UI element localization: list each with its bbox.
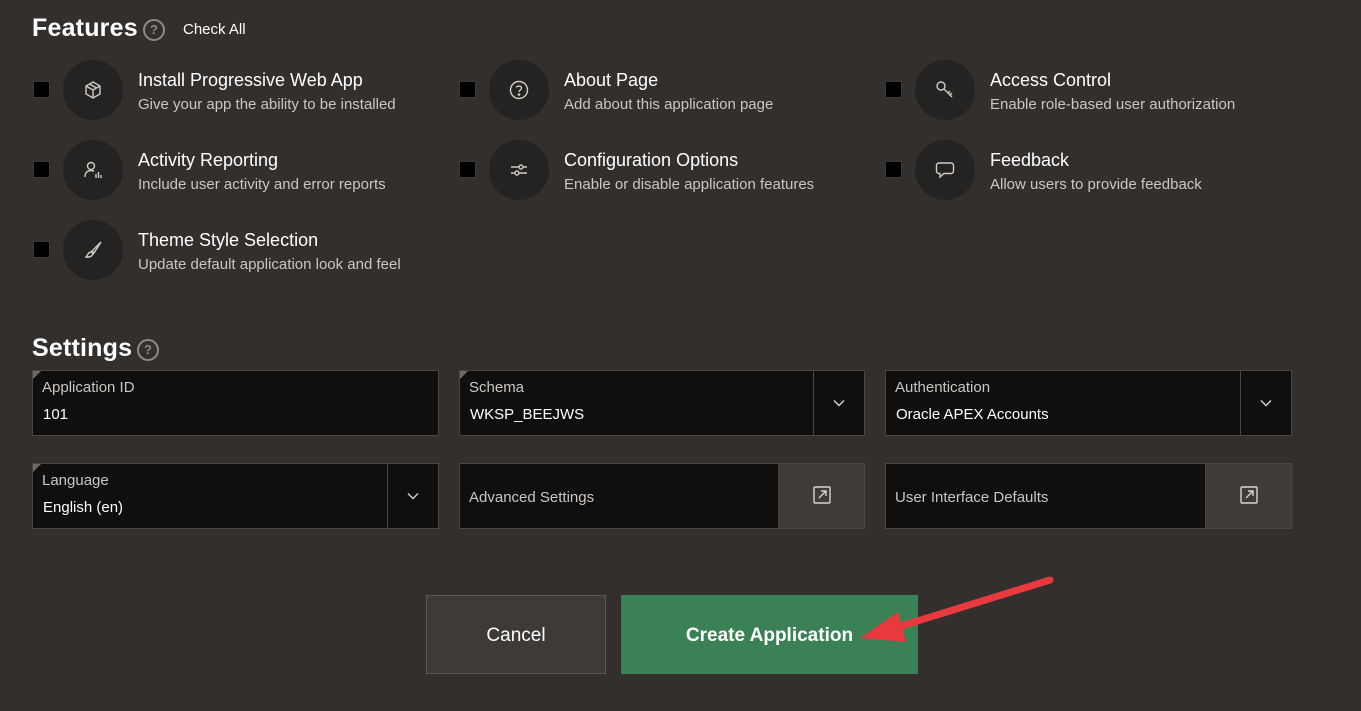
advanced-settings-field: Advanced Settings [459, 463, 865, 529]
feature-install-pwa: Install Progressive Web App Give your ap… [33, 60, 453, 122]
user-chart-icon [63, 140, 123, 200]
authentication-label: Authentication [895, 379, 991, 396]
settings-heading: Settings [32, 334, 133, 362]
language-dropdown-button[interactable] [387, 464, 438, 528]
feature-title: Feedback [990, 150, 1070, 170]
paintbrush-icon [63, 220, 123, 280]
comment-icon [915, 140, 975, 200]
settings-help-icon[interactable]: ? [137, 339, 159, 361]
feature-description: Update default application look and feel [138, 256, 401, 273]
open-dialog-icon [813, 486, 831, 504]
question-circle-icon [489, 60, 549, 120]
sliders-icon [489, 140, 549, 200]
check-all-button[interactable]: Check All [183, 21, 246, 38]
feature-activity-reporting: Activity Reporting Include user activity… [33, 140, 453, 202]
schema-dropdown-button[interactable] [813, 371, 864, 435]
field-corner-marker [33, 464, 41, 472]
feature-access-control: Access Control Enable role-based user au… [885, 60, 1305, 122]
feature-feedback: Feedback Allow users to provide feedback [885, 140, 1305, 202]
open-dialog-icon [1240, 486, 1258, 504]
feature-title: Install Progressive Web App [138, 70, 363, 90]
language-label: Language [42, 472, 109, 489]
feature-checkbox[interactable] [885, 81, 902, 98]
language-select[interactable]: Language English (en) [32, 463, 439, 529]
feature-description: Add about this application page [564, 96, 774, 113]
feature-description: Allow users to provide feedback [990, 176, 1202, 193]
feature-title: Configuration Options [564, 150, 739, 170]
chevron-down-icon [1260, 400, 1272, 407]
schema-select[interactable]: Schema WKSP_BEEJWS [459, 370, 865, 436]
feature-title: Access Control [990, 70, 1112, 90]
application-id-value[interactable]: 101 [43, 406, 68, 423]
cube-icon [63, 60, 123, 120]
features-help-icon[interactable]: ? [143, 19, 165, 41]
key-icon [915, 60, 975, 120]
annotation-arrow-icon [860, 576, 1054, 642]
chevron-down-icon [833, 400, 845, 407]
feature-checkbox[interactable] [885, 161, 902, 178]
authentication-select[interactable]: Authentication Oracle APEX Accounts [885, 370, 1292, 436]
feature-configuration-options: Configuration Options Enable or disable … [459, 140, 879, 202]
feature-description: Include user activity and error reports [138, 176, 386, 193]
schema-label: Schema [469, 379, 525, 396]
feature-description: Enable role-based user authorization [990, 96, 1236, 113]
feature-theme-style-selection: Theme Style Selection Update default app… [33, 220, 453, 282]
feature-checkbox[interactable] [33, 81, 50, 98]
feature-title: Theme Style Selection [138, 230, 319, 250]
feature-checkbox[interactable] [33, 241, 50, 258]
feature-checkbox[interactable] [459, 161, 476, 178]
ui-defaults-field: User Interface Defaults [885, 463, 1292, 529]
language-value: English (en) [43, 499, 124, 516]
application-id-label: Application ID [42, 379, 135, 396]
advanced-settings-label: Advanced Settings [469, 489, 595, 506]
chevron-down-icon [407, 493, 419, 500]
feature-checkbox[interactable] [33, 161, 50, 178]
ui-defaults-label: User Interface Defaults [895, 489, 1049, 506]
feature-about-page: About Page Add about this application pa… [459, 60, 879, 122]
feature-title: Activity Reporting [138, 150, 279, 170]
authentication-value: Oracle APEX Accounts [896, 406, 1049, 423]
field-corner-marker [33, 371, 41, 379]
advanced-settings-open-button[interactable] [778, 464, 864, 528]
feature-description: Enable or disable application features [564, 176, 815, 193]
application-id-field[interactable]: Application ID 101 [32, 370, 439, 436]
field-corner-marker [460, 371, 468, 379]
feature-title: About Page [564, 70, 659, 90]
features-heading: Features [32, 14, 138, 42]
schema-value: WKSP_BEEJWS [470, 406, 585, 423]
ui-defaults-open-button[interactable] [1205, 464, 1291, 528]
feature-description: Give your app the ability to be installe… [138, 96, 396, 113]
authentication-dropdown-button[interactable] [1240, 371, 1291, 435]
feature-checkbox[interactable] [459, 81, 476, 98]
cancel-button[interactable]: Cancel [426, 595, 606, 674]
